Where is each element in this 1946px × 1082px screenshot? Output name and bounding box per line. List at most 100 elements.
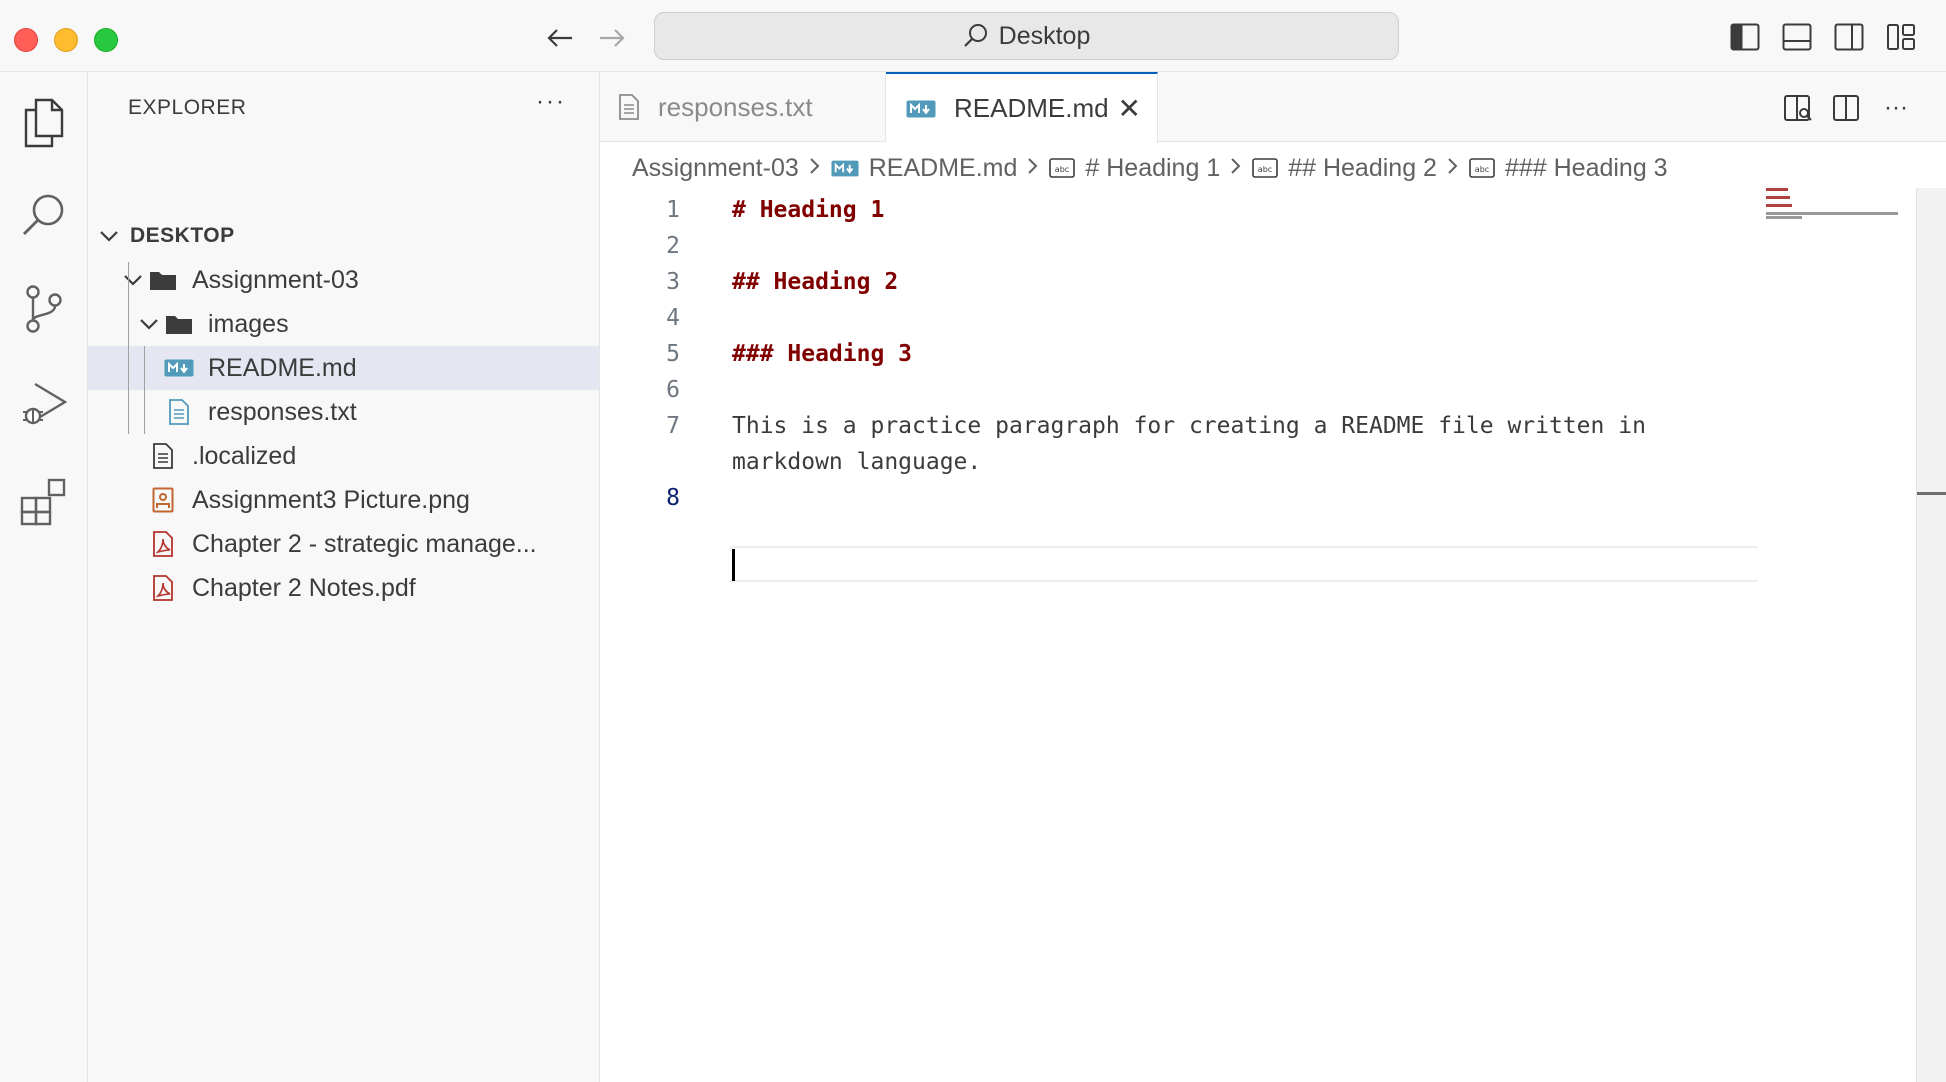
markdown-icon <box>831 160 859 177</box>
breadcrumb-folder[interactable]: Assignment-03 <box>632 154 799 183</box>
code-line: 6 <box>600 372 1760 408</box>
window-close-button[interactable] <box>14 28 38 52</box>
chevron-down-icon <box>136 317 162 331</box>
tree-item-label: images <box>208 309 289 338</box>
chevron-down-icon <box>120 273 146 287</box>
tree-file-chapter2-strategic[interactable]: Chapter 2 - strategic manage... <box>88 522 599 566</box>
editor-area: responses.txt README.md ✕ ··· Assignment… <box>600 72 1946 1082</box>
activity-bar <box>0 72 88 1082</box>
line-text: This is a practice paragraph for creatin… <box>732 413 1646 439</box>
tree-file-readme[interactable]: README.md <box>88 346 599 390</box>
close-icon[interactable]: ✕ <box>1118 92 1141 125</box>
code-line: 7 This is a practice paragraph for creat… <box>600 408 1760 444</box>
split-editor-button[interactable] <box>1828 90 1864 126</box>
string-symbol-icon: abc <box>1049 158 1076 178</box>
breadcrumb-symbol[interactable]: ## Heading 2 <box>1288 154 1437 183</box>
files-icon <box>24 98 64 148</box>
tab-label: README.md <box>954 93 1109 123</box>
breadcrumb-symbol[interactable]: ### Heading 3 <box>1505 154 1668 183</box>
folder-icon <box>162 313 196 335</box>
minimap[interactable] <box>1766 188 1916 248</box>
minimap-line <box>1766 216 1802 219</box>
pdf-file-icon <box>146 531 180 557</box>
tree-file-localized[interactable]: .localized <box>88 434 599 478</box>
breadcrumb-file[interactable]: README.md <box>869 154 1018 183</box>
text-cursor <box>732 549 735 581</box>
sidebar-left-icon <box>1730 23 1760 51</box>
back-button[interactable] <box>540 18 580 58</box>
toggle-primary-sidebar-button[interactable] <box>1728 20 1762 54</box>
breadcrumb-symbol[interactable]: # Heading 1 <box>1085 154 1220 183</box>
markdown-icon <box>162 359 196 377</box>
tab-readme-md[interactable]: README.md ✕ <box>886 72 1158 143</box>
activity-run-debug[interactable] <box>0 358 88 448</box>
extensions-icon <box>20 478 66 526</box>
activity-explorer[interactable] <box>0 78 88 168</box>
tree-item-label: Chapter 2 Notes.pdf <box>192 573 416 602</box>
tree-file-responses[interactable]: responses.txt <box>88 390 599 434</box>
sidebar-title: EXPLORER <box>128 96 247 119</box>
window-minimize-button[interactable] <box>54 28 78 52</box>
tree-item-label: README.md <box>208 353 357 382</box>
open-preview-to-side-button[interactable] <box>1780 90 1816 126</box>
toggle-panel-button[interactable] <box>1780 20 1814 54</box>
command-center-label: Desktop <box>998 21 1091 50</box>
run-debug-icon <box>23 382 68 425</box>
forward-button[interactable] <box>592 18 632 58</box>
scrollbar-cursor-marker <box>1917 492 1946 495</box>
layout-icon <box>1887 24 1915 50</box>
line-text: # Heading 1 <box>732 197 885 223</box>
arrow-left-icon <box>547 29 572 47</box>
code-line: 1 # Heading 1 <box>600 192 1760 228</box>
workspace-header[interactable]: DESKTOP <box>88 214 599 258</box>
line-number: 6 <box>666 377 680 403</box>
line-number: 1 <box>666 197 680 223</box>
code-line: markdown language. <box>600 444 1760 480</box>
minimap-line <box>1766 212 1898 215</box>
pdf-file-icon <box>146 575 180 601</box>
string-symbol-icon: abc <box>1252 158 1279 178</box>
chevron-down-icon <box>96 229 122 243</box>
line-number: 2 <box>666 233 680 259</box>
tab-responses-txt[interactable]: responses.txt <box>600 72 886 142</box>
window-maximize-button[interactable] <box>94 28 118 52</box>
code-line: 4 <box>600 300 1760 336</box>
customize-layout-button[interactable] <box>1884 20 1918 54</box>
activity-source-control[interactable] <box>0 264 88 354</box>
current-line-highlight <box>730 546 1758 582</box>
activity-extensions[interactable] <box>0 456 88 546</box>
activity-search[interactable] <box>0 170 88 260</box>
svg-text:abc: abc <box>1055 165 1069 174</box>
title-bar: Desktop <box>0 0 1946 72</box>
preview-icon <box>1784 95 1812 121</box>
vscode-window: Desktop EXPLORER ··· DESKTOP Assignment-… <box>0 0 1946 1082</box>
text-file-icon <box>618 94 640 120</box>
tree-item-label: Chapter 2 - strategic manage... <box>192 529 537 558</box>
tree-file-chapter2-notes[interactable]: Chapter 2 Notes.pdf <box>88 566 599 610</box>
image-file-icon <box>146 487 180 513</box>
breadcrumb: Assignment-03 README.md abc # Heading 1 … <box>632 148 1668 188</box>
toggle-secondary-sidebar-button[interactable] <box>1832 20 1866 54</box>
code-line: 3 ## Heading 2 <box>600 264 1760 300</box>
code-line: 2 <box>600 228 1760 264</box>
text-file-icon <box>162 399 196 425</box>
tree-file-picture[interactable]: Assignment3 Picture.png <box>88 478 599 522</box>
chevron-right-icon <box>1027 155 1039 181</box>
explorer-sidebar: EXPLORER ··· DESKTOP Assignment-03 image… <box>88 72 600 1082</box>
tree-indent-guide <box>144 346 145 434</box>
tree-indent-guide <box>128 262 129 434</box>
code-line: 5 ### Heading 3 <box>600 336 1760 372</box>
minimap-line <box>1766 188 1788 191</box>
sidebar-more-actions-button[interactable]: ··· <box>536 88 566 116</box>
tree-folder-assignment-03[interactable]: Assignment-03 <box>88 258 599 302</box>
tree-folder-images[interactable]: images <box>88 302 599 346</box>
command-center-search[interactable]: Desktop <box>654 12 1399 60</box>
chevron-right-icon <box>809 155 821 181</box>
tree-item-label: responses.txt <box>208 397 357 426</box>
vertical-scrollbar[interactable] <box>1916 188 1946 1082</box>
line-text: markdown language. <box>732 449 982 475</box>
line-number: 5 <box>666 341 680 367</box>
panel-bottom-icon <box>1782 23 1812 51</box>
editor-more-actions-button[interactable]: ··· <box>1878 90 1914 126</box>
code-line: 8 <box>600 480 1760 516</box>
